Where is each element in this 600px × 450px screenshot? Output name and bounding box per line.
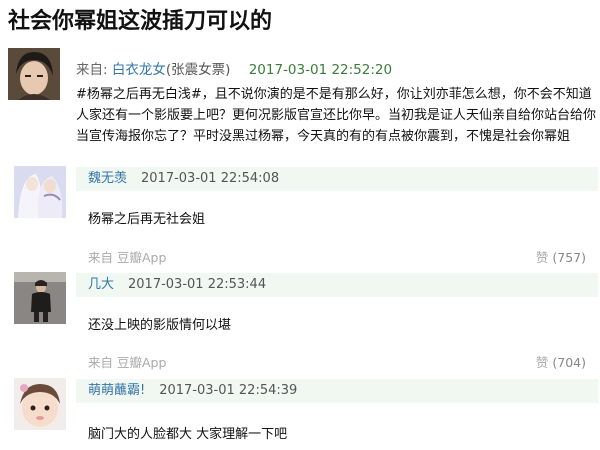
- comment-author-link[interactable]: 几大: [76, 277, 114, 292]
- post-timestamp: 2017-03-01 22:52:20: [248, 62, 393, 78]
- comment-avatar[interactable]: [14, 272, 66, 324]
- comment-text: 脑门大的人脸都大 大家理解一下吧: [88, 427, 288, 442]
- comment-text: 还没上映的影版情何以堪: [88, 318, 232, 333]
- comment-author-link[interactable]: 魏无羡: [76, 171, 127, 186]
- post-author-link[interactable]: 白衣龙女: [112, 62, 166, 78]
- post-body: #杨幂之后再无白浅#，且不说你演的是不是有那么好，你让刘亦菲怎么想，你不会不知道…: [76, 87, 597, 144]
- comment-text: 杨幂之后再无社会姐: [88, 212, 206, 227]
- like-label: 赞: [535, 355, 549, 370]
- post-author-avatar[interactable]: [8, 48, 60, 100]
- comment-timestamp: 2017-03-01 22:54:08: [141, 171, 280, 186]
- post-from-label: 来自:: [76, 62, 108, 78]
- comment-source: 来自 豆瓣App: [88, 250, 167, 265]
- comment-timestamp: 2017-03-01 22:54:39: [159, 383, 298, 398]
- comment-source: 来自 豆瓣App: [88, 355, 167, 370]
- comment-header: 萌萌蘸霸! 2017-03-01 22:54:39: [76, 379, 598, 403]
- like-count: (757): [552, 250, 586, 265]
- page-title: 社会你幂姐这波插刀可以的: [8, 9, 273, 34]
- post-meta: 来自: 白衣龙女(张震女票) 2017-03-01 22:52:20: [76, 58, 392, 78]
- comment-avatar[interactable]: [14, 378, 66, 430]
- comment-author-link[interactable]: 萌萌蘸霸!: [76, 383, 145, 398]
- comment-header: 魏无羡 2017-03-01 22:54:08: [76, 167, 598, 191]
- comment-timestamp: 2017-03-01 22:53:44: [128, 277, 267, 292]
- comment-avatar[interactable]: [14, 166, 66, 218]
- like-button[interactable]: 赞 (757): [536, 247, 586, 266]
- like-label: 赞: [535, 250, 549, 265]
- like-button[interactable]: 赞 (704): [536, 352, 586, 371]
- like-count: (704): [552, 355, 586, 370]
- comment-header: 几大 2017-03-01 22:53:44: [76, 273, 598, 297]
- post-author-handle: (张震女票): [165, 62, 231, 78]
